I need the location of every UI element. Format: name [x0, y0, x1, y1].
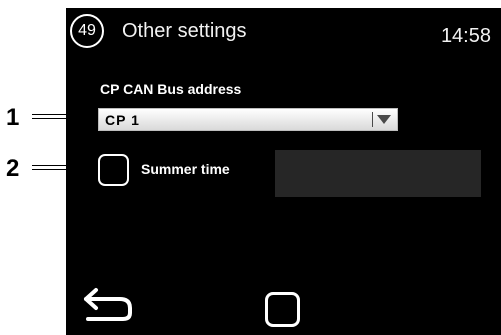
clock: 14:58 [440, 25, 491, 47]
page-title: Other settings [122, 20, 247, 42]
can-bus-address-value: CP 1 [105, 112, 140, 128]
back-button[interactable] [80, 286, 134, 324]
summer-time-label: Summer time [141, 161, 230, 177]
summer-time-checkbox[interactable] [98, 154, 129, 186]
can-bus-address-label: CP CAN Bus address [100, 81, 242, 97]
can-bus-address-dropdown[interactable]: CP 1 [98, 108, 398, 131]
info-panel [275, 150, 481, 197]
dropdown-divider [372, 112, 373, 127]
page-number-badge: 49 [70, 14, 104, 48]
home-button[interactable] [265, 292, 300, 327]
callout-1: 1 [6, 104, 20, 131]
back-arrow-icon [84, 288, 132, 321]
chevron-down-icon [377, 115, 391, 124]
callout-2: 2 [6, 155, 20, 182]
header: 49 Other settings 14:58 [66, 8, 501, 58]
device-screen: 49 Other settings 14:58 CP CAN Bus addre… [66, 8, 501, 335]
page-number: 49 [78, 22, 96, 39]
